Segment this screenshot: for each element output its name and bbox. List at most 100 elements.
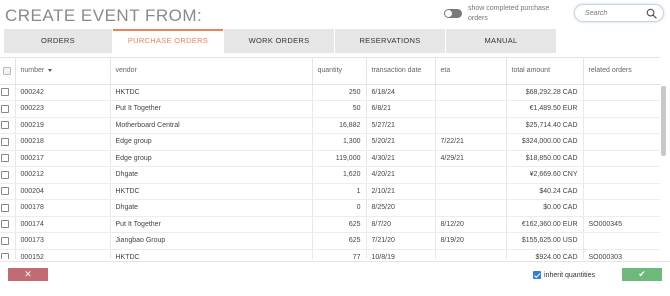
- column-header-eta[interactable]: eta: [435, 58, 507, 85]
- show-completed-toggle[interactable]: [444, 9, 462, 18]
- table-row[interactable]: 000173 Jiangbao Group 625 7/21/20 8/19/20 $15…: [0, 232, 660, 250]
- row-checkbox[interactable]: [0, 236, 9, 245]
- row-transaction-date: 6/8/21: [366, 100, 436, 118]
- row-number: 000174: [15, 216, 111, 233]
- row-related-orders: [583, 100, 660, 118]
- column-header-quantity[interactable]: quantity: [312, 58, 367, 85]
- row-vendor: Dhgate: [110, 199, 313, 217]
- row-total-amount: $40.24 CAD: [506, 183, 584, 200]
- row-checkbox[interactable]: [0, 137, 9, 146]
- row-total-amount: $155,625.00 USD: [506, 232, 584, 250]
- row-checkbox[interactable]: [0, 253, 9, 259]
- row-number: 000152: [15, 249, 111, 259]
- checkbox-checked-icon[interactable]: [533, 271, 541, 279]
- row-checkbox-cell[interactable]: [0, 133, 16, 151]
- row-quantity: 77: [312, 249, 367, 259]
- row-related-orders: [583, 84, 660, 101]
- row-vendor: Put It Together: [110, 100, 313, 118]
- row-total-amount: $0.00 CAD: [506, 199, 584, 217]
- table-row[interactable]: 000152 HKTDC 77 10/8/19 $924.00 CAD SO000303: [0, 249, 660, 259]
- page-title: CREATE EVENT FROM:: [5, 6, 203, 25]
- row-checkbox[interactable]: [0, 154, 9, 163]
- row-related-orders: [583, 133, 660, 151]
- tab-reservations[interactable]: RESERVATIONS: [335, 29, 445, 53]
- footer-divider: [0, 261, 670, 262]
- column-header-related-orders[interactable]: related orders: [583, 58, 660, 85]
- tab-purchase-orders[interactable]: PURCHASE ORDERS: [113, 29, 223, 53]
- column-header-transaction-date[interactable]: transaction date: [366, 58, 436, 85]
- table-row[interactable]: 000217 Edge group 119,000 4/30/21 4/29/21 $18…: [0, 150, 660, 167]
- table-row[interactable]: 000212 Dhgate 1,620 4/20/21 ¥2,669.60 CNY: [0, 166, 660, 184]
- row-transaction-date: 4/30/21: [366, 150, 436, 167]
- row-eta: 8/19/20: [435, 232, 507, 250]
- table-row[interactable]: 000178 Dhgate 0 8/25/20 $0.00 CAD: [0, 199, 660, 217]
- row-quantity: 625: [312, 216, 367, 233]
- table-row[interactable]: 000174 Put It Together 625 8/7/20 8/12/20 €16…: [0, 216, 660, 233]
- tab-work-orders[interactable]: WORK ORDERS: [224, 29, 334, 53]
- row-vendor: Edge group: [110, 150, 313, 167]
- inherit-quantities-label: inherit quantities: [544, 271, 595, 279]
- tab-manual[interactable]: MANUAL: [446, 29, 556, 53]
- table-row[interactable]: 000242 HKTDC 250 6/18/24 $68,292.28 CAD: [0, 84, 660, 101]
- row-quantity: 1,620: [312, 166, 367, 184]
- row-quantity: 1,300: [312, 133, 367, 151]
- column-header-number[interactable]: number: [15, 58, 111, 85]
- row-eta: [435, 100, 507, 118]
- row-checkbox-cell[interactable]: [0, 183, 16, 200]
- row-checkbox[interactable]: [0, 220, 9, 229]
- row-checkbox-cell[interactable]: [0, 232, 16, 250]
- row-total-amount: €1,489.50 EUR: [506, 100, 584, 118]
- row-transaction-date: 8/7/20: [366, 216, 436, 233]
- row-total-amount: $924.00 CAD: [506, 249, 584, 259]
- row-vendor: HKTDC: [110, 249, 313, 259]
- row-transaction-date: 4/20/21: [366, 166, 436, 184]
- column-header-total-amount[interactable]: total amount: [506, 58, 584, 85]
- row-checkbox-cell[interactable]: [0, 84, 16, 101]
- search-input[interactable]: [585, 8, 645, 19]
- row-checkbox[interactable]: [0, 104, 9, 113]
- row-checkbox-cell[interactable]: [0, 166, 16, 184]
- row-total-amount: $68,292.28 CAD: [506, 84, 584, 101]
- column-header-vendor[interactable]: vendor: [110, 58, 313, 85]
- row-related-orders: [583, 183, 660, 200]
- row-checkbox[interactable]: [0, 88, 9, 97]
- row-vendor: Edge group: [110, 133, 313, 151]
- row-number: 000178: [15, 199, 111, 217]
- table-row[interactable]: 000223 Put It Together 50 6/8/21 €1,489.50 E…: [0, 100, 660, 118]
- row-checkbox-cell[interactable]: [0, 117, 16, 134]
- search-icon[interactable]: [646, 8, 657, 19]
- row-eta: 7/22/21: [435, 133, 507, 151]
- row-checkbox-cell[interactable]: [0, 249, 16, 259]
- row-eta: [435, 183, 507, 200]
- confirm-button[interactable]: ✔: [622, 268, 662, 281]
- table-row[interactable]: 000218 Edge group 1,300 5/20/21 7/22/21 $324,…: [0, 133, 660, 151]
- row-checkbox-cell[interactable]: [0, 199, 16, 217]
- row-transaction-date: 8/25/20: [366, 199, 436, 217]
- row-related-orders: [583, 232, 660, 250]
- tab-orders[interactable]: ORDERS: [4, 29, 112, 53]
- row-checkbox-cell[interactable]: [0, 100, 16, 118]
- row-transaction-date: 5/20/21: [366, 133, 436, 151]
- row-checkbox[interactable]: [0, 121, 9, 130]
- cancel-button[interactable]: ✕: [8, 268, 48, 281]
- row-quantity: 1: [312, 183, 367, 200]
- row-checkbox-cell[interactable]: [0, 216, 16, 233]
- row-related-orders: SO000345: [583, 216, 660, 233]
- table-scrollbar[interactable]: [661, 86, 666, 156]
- row-eta: [435, 249, 507, 259]
- row-quantity: 16,882: [312, 117, 367, 134]
- row-checkbox[interactable]: [0, 170, 9, 179]
- row-checkbox[interactable]: [0, 187, 9, 196]
- row-checkbox[interactable]: [0, 203, 9, 212]
- show-completed-label: show completed purchase orders: [468, 5, 550, 22]
- row-number: 000204: [15, 183, 111, 200]
- select-all-checkbox-cell[interactable]: [0, 58, 16, 85]
- table-row[interactable]: 000204 HKTDC 1 2/10/21 $40.24 CAD: [0, 183, 660, 200]
- row-checkbox-cell[interactable]: [0, 150, 16, 167]
- select-all-checkbox[interactable]: [3, 66, 12, 75]
- row-number: 000219: [15, 117, 111, 134]
- search-box[interactable]: [574, 4, 664, 22]
- table-row[interactable]: 000219 Motherboard Central 16,882 5/27/21 $2…: [0, 117, 660, 134]
- inherit-quantities-checkbox[interactable]: inherit quantities: [533, 271, 595, 279]
- row-quantity: 250: [312, 84, 367, 101]
